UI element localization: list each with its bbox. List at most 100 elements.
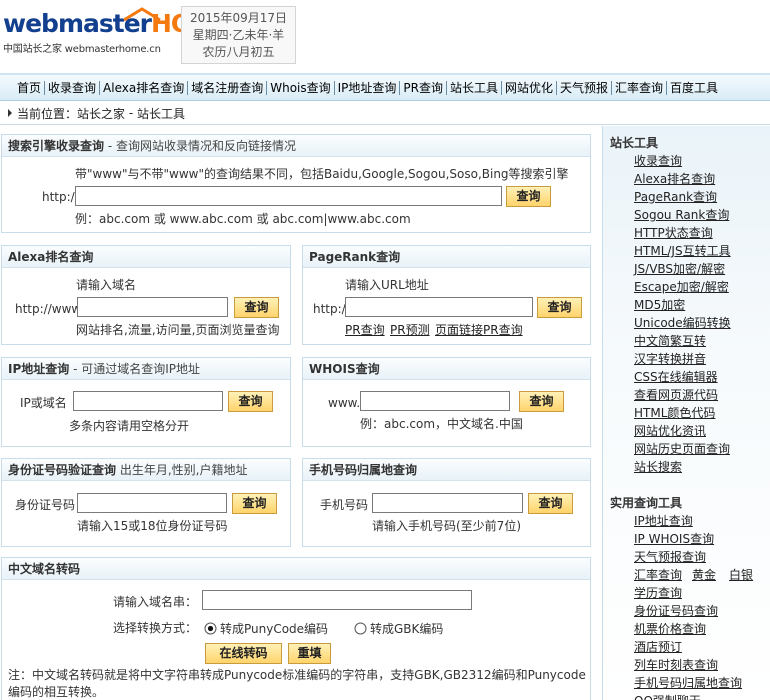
pr-query-link[interactable]: PR查询 — [345, 321, 385, 338]
idcard-note: 请输入15或18位身份证号码 — [77, 519, 228, 533]
mobile-number-input[interactable] — [372, 493, 523, 513]
ip-panel: IP地址查询 - 可通过域名查询IP地址 IP或域名 查询 多条内容请用空格分开 — [1, 357, 291, 447]
sidebar-item[interactable]: MD5加密 — [634, 296, 685, 313]
sidebar-item[interactable]: 查看网页源代码 — [634, 386, 718, 403]
mobile-query-button[interactable]: 查询 — [528, 493, 573, 514]
sidebar-item[interactable]: 收录查询 — [634, 152, 682, 169]
site-header: webmasterHOME 中国站长之家 webmasterhome.cn 20… — [0, 0, 770, 72]
sidebar-item-silver[interactable]: 白银 — [729, 566, 753, 583]
nav-whois[interactable]: Whois查询 — [270, 79, 330, 96]
whois-query-button[interactable]: 查询 — [519, 391, 564, 412]
ip-domain-input[interactable] — [73, 391, 223, 411]
search-engine-panel: 搜索引擎收录查询 - 查询网站收录情况和反向链接情况 带"www"与不带"www… — [1, 134, 591, 233]
idn-domain-input[interactable] — [202, 590, 472, 610]
mobile-panel: 手机号码归属地查询 手机号码 查询 请输入手机号码(至少前7位) — [302, 458, 591, 547]
whois-domain-input[interactable] — [360, 391, 510, 411]
search-engine-query-button[interactable]: 查询 — [506, 186, 551, 207]
gbk-radio-label: 转成GBK编码 — [370, 622, 444, 636]
reset-button[interactable]: 重填 — [288, 643, 331, 664]
nav-seo[interactable]: 网站优化 — [505, 79, 553, 96]
sidebar-item[interactable]: QQ强制聊天 — [634, 692, 701, 700]
punycode-radio-option[interactable]: 转成PunyCode编码 — [204, 620, 328, 637]
sidebar-item[interactable]: 身份证号码查询 — [634, 602, 718, 619]
idn-note: 注：中文域名转码就是将中文字符串转成Punycode标准编码的字符串，支持GBK… — [8, 668, 586, 699]
alexa-note: 网站排名,流量,访问量,页面浏览量查询 — [76, 323, 280, 337]
search-engine-url-input[interactable] — [75, 186, 502, 206]
sidebar-item-gold[interactable]: 黄金 — [692, 566, 716, 583]
radio-unchecked-icon[interactable] — [354, 622, 367, 635]
panel-title: 中文域名转码 — [8, 562, 81, 576]
sidebar-item[interactable]: Unicode编码转换 — [634, 314, 731, 331]
ip-query-button[interactable]: 查询 — [228, 391, 273, 412]
convert-button[interactable]: 在线转码 — [205, 643, 282, 664]
sidebar-item[interactable]: 天气预报查询 — [634, 548, 706, 565]
whois-prefix-label: www. — [328, 396, 361, 410]
sidebar-item[interactable]: HTML/JS互转工具 — [634, 242, 731, 259]
date-weekday: 星期四·乙未年·羊 — [192, 28, 285, 42]
nav-separator — [333, 80, 335, 95]
sidebar-item[interactable]: Alexa排名查询 — [634, 170, 715, 187]
nav-domain-register[interactable]: 域名注册查询 — [191, 79, 263, 96]
whois-panel: WHOIS查询 www. 查询 例：abc.com，中文域名.中国 — [302, 357, 591, 447]
sidebar-item[interactable]: 列车时刻表查询 — [634, 656, 718, 673]
nav-index-query[interactable]: 收录查询 — [48, 79, 96, 96]
radio-checked-icon[interactable] — [204, 622, 217, 635]
pagerank-query-button[interactable]: 查询 — [537, 297, 582, 318]
nav-webmaster-tools[interactable]: 站长工具 — [450, 79, 498, 96]
nav-ip[interactable]: IP地址查询 — [338, 79, 397, 96]
sidebar-item[interactable]: IP WHOIS查询 — [634, 530, 714, 547]
mobile-label: 手机号码 — [320, 498, 369, 512]
sidebar-item[interactable]: IP地址查询 — [634, 512, 693, 529]
sidebar-item[interactable]: JS/VBS加密/解密 — [634, 260, 725, 277]
sidebar-item[interactable]: 酒店预订 — [634, 638, 682, 655]
sidebar-item[interactable]: 汉字转换拼音 — [634, 350, 706, 367]
alexa-query-button[interactable]: 查询 — [234, 297, 279, 318]
idcard-query-button[interactable]: 查询 — [232, 493, 277, 514]
sidebar-item[interactable]: 网站优化资讯 — [634, 422, 706, 439]
panel-header: PageRank查询 — [303, 246, 590, 268]
nav-separator — [666, 80, 668, 95]
breadcrumb: 当前位置： 站长之家 - 站长工具 — [0, 102, 770, 125]
pr-predict-link[interactable]: PR预测 — [390, 321, 430, 338]
nav-exchange[interactable]: 汇率查询 — [615, 79, 663, 96]
sidebar-item[interactable]: 学历查询 — [634, 584, 682, 601]
nav-baidu-tools[interactable]: 百度工具 — [670, 79, 718, 96]
alexa-prefix-label: http://www. — [15, 302, 84, 316]
page-link-pr-query-link[interactable]: 页面链接PR查询 — [435, 321, 523, 338]
sidebar-item[interactable]: 站长搜索 — [634, 458, 682, 475]
sidebar-item[interactable]: HTTP状态查询 — [634, 224, 713, 241]
panel-header: IP地址查询 - 可通过域名查询IP地址 — [2, 358, 290, 380]
sidebar-item[interactable]: Sogou Rank查询 — [634, 206, 729, 223]
sidebar-item[interactable]: Escape加密/解密 — [634, 278, 729, 295]
sidebar-item[interactable]: 汇率查询 — [634, 566, 682, 583]
nav-pr[interactable]: PR查询 — [403, 79, 443, 96]
search-engine-note: 带"www"与不带"www"的查询结果不同，包括Baidu,Google,Sog… — [75, 167, 569, 181]
nav-alexa[interactable]: Alexa排名查询 — [103, 79, 184, 96]
nav-weather[interactable]: 天气预报 — [560, 79, 608, 96]
pagerank-url-input[interactable] — [345, 297, 533, 317]
sidebar-item[interactable]: PageRank查询 — [634, 188, 717, 205]
sidebar-item[interactable]: CSS在线编辑器 — [634, 368, 718, 385]
pagerank-hint: 请输入URL地址 — [345, 278, 429, 292]
panel-header: 手机号码归属地查询 — [303, 459, 590, 481]
breadcrumb-separator: - — [125, 106, 137, 120]
sidebar-item[interactable]: 中文简繁互转 — [634, 332, 706, 349]
sidebar-tools-title: 站长工具 — [610, 136, 659, 150]
sidebar-item[interactable]: 机票价格查询 — [634, 620, 706, 637]
nav-separator — [611, 80, 613, 95]
sidebar-item[interactable]: HTML颜色代码 — [634, 404, 715, 421]
alexa-domain-input[interactable] — [77, 297, 228, 317]
url-prefix-label: http:// — [42, 190, 79, 204]
alexa-panel: Alexa排名查询 请输入域名 http://www. 查询 网站排名,流量,访… — [1, 245, 291, 345]
panel-title: Alexa排名查询 — [8, 250, 94, 264]
idcard-number-input[interactable] — [77, 493, 227, 513]
gbk-radio-option[interactable]: 转成GBK编码 — [354, 620, 443, 637]
sidebar-practical-title: 实用查询工具 — [610, 496, 683, 510]
nav-home[interactable]: 首页 — [17, 79, 41, 96]
breadcrumb-home[interactable]: 站长之家 — [77, 105, 125, 122]
nav-separator — [187, 80, 189, 95]
panel-desc: - 查询网站收录情况和反向链接情况 — [104, 139, 296, 153]
sidebar-item[interactable]: 网站历史页面查询 — [634, 440, 730, 457]
sidebar-item[interactable]: 手机号码归属地查询 — [634, 674, 742, 691]
idn-domain-label: 请输入域名串： — [113, 595, 198, 609]
